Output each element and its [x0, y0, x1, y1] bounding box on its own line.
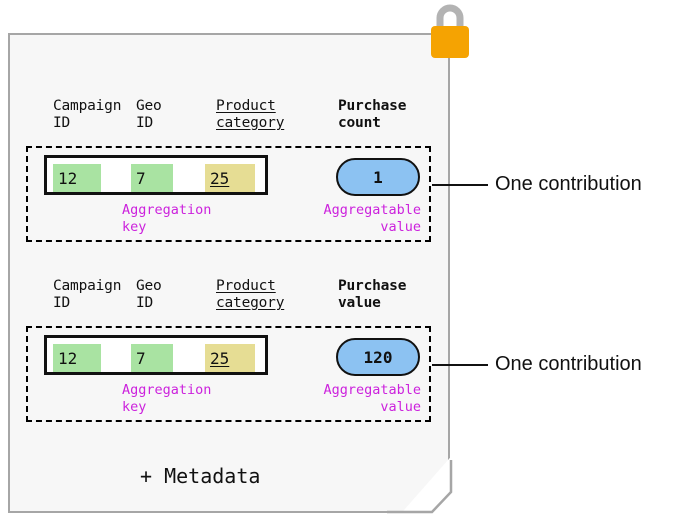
aggregatable-value-pill-1: 1 [336, 158, 420, 196]
aggregatable-value-text: 120 [363, 347, 393, 367]
key-cell-campaign-id-1: 12 [53, 164, 101, 192]
callout-label-2: One contribution [495, 353, 642, 375]
aggregation-key-caption-1: Aggregation key [122, 202, 212, 235]
column-header-geo-id: Geo ID [136, 98, 162, 131]
key-cell-product-category-2: 25 [205, 344, 255, 372]
key-cell-campaign-id-2: 12 [53, 344, 101, 372]
column-header-product-category: Product category [216, 278, 285, 311]
key-cell-geo-id-2: 7 [131, 344, 173, 372]
aggregatable-value-caption-2: Aggregatable value [323, 382, 421, 415]
key-cell-geo-id-1: 7 [131, 164, 173, 192]
aggregatable-value-pill-2: 120 [336, 338, 420, 376]
aggregation-key-frame-2: 12 7 25 [44, 335, 268, 375]
diagram-canvas: Campaign ID Geo ID Product category Purc… [0, 0, 700, 524]
key-cell-value: 12 [58, 168, 78, 188]
key-cell-value: 12 [58, 348, 78, 368]
callout-label-1: One contribution [495, 173, 642, 195]
column-header-campaign-id: Campaign ID [53, 98, 122, 131]
column-header-product-category: Product category [216, 98, 285, 131]
column-header-purchase-count: Purchase count [338, 98, 407, 131]
key-cell-value: 25 [210, 168, 230, 188]
key-cell-value: 25 [210, 348, 230, 368]
key-cell-value: 7 [136, 348, 146, 368]
key-cell-value: 7 [136, 168, 146, 188]
aggregation-key-caption-2: Aggregation key [122, 382, 212, 415]
column-header-campaign-id: Campaign ID [53, 278, 122, 311]
callout-leader-line-1 [432, 184, 488, 186]
column-headers-2: Campaign ID Geo ID Product category Purc… [26, 278, 446, 322]
aggregatable-value-caption-1: Aggregatable value [323, 202, 421, 235]
key-cell-product-category-1: 25 [205, 164, 255, 192]
column-headers-1: Campaign ID Geo ID Product category Purc… [26, 98, 446, 142]
aggregation-key-frame-1: 12 7 25 [44, 155, 268, 195]
column-header-geo-id: Geo ID [136, 278, 162, 311]
padlock-icon [431, 4, 469, 58]
aggregatable-value-text: 1 [373, 167, 383, 187]
metadata-label: + Metadata [140, 464, 261, 488]
column-header-purchase-value: Purchase value [338, 278, 407, 311]
callout-leader-line-2 [432, 364, 488, 366]
